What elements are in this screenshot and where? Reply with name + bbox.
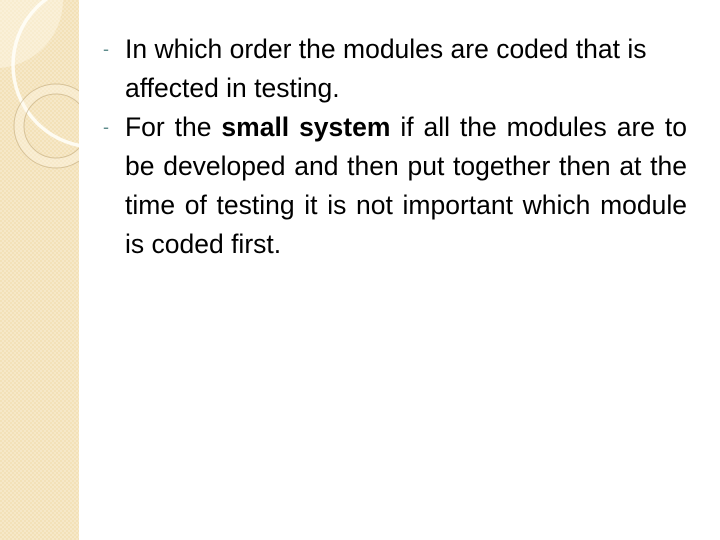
light-circle-decoration <box>0 0 63 68</box>
bullet-dash-icon: - <box>103 117 109 137</box>
bullet-bold-text: small system <box>221 112 391 142</box>
decorative-circles-graphic <box>0 0 79 169</box>
slide-body: - In which order the modules are coded t… <box>100 30 687 264</box>
bullet-dash-icon: - <box>103 39 109 59</box>
decorative-sidebar <box>0 0 79 540</box>
bullet-item: - For the small system if all the module… <box>100 108 687 264</box>
bullet-text: For the <box>125 112 222 142</box>
bullet-item: - In which order the modules are coded t… <box>100 30 687 108</box>
ring-band-decoration <box>14 84 79 168</box>
bullet-text: In which order the modules are coded tha… <box>125 34 647 103</box>
